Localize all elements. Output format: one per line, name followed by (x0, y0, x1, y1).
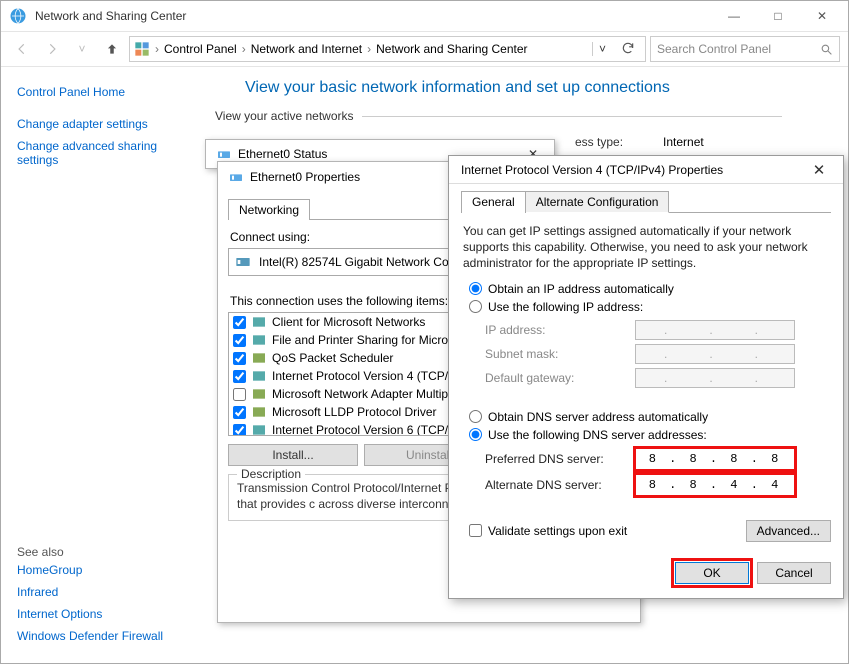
component-icon (251, 404, 267, 420)
alt-dns-field[interactable]: 8 . 8 . 4 . 4 (635, 474, 795, 496)
back-button[interactable] (9, 36, 35, 62)
forward-button[interactable] (39, 36, 65, 62)
sidebar-home[interactable]: Control Panel Home (17, 81, 187, 103)
item-checkbox[interactable] (233, 388, 246, 401)
ethernet-properties-title: Ethernet0 Properties (250, 170, 360, 184)
tab-networking[interactable]: Networking (228, 199, 310, 220)
address-bar: ˅ › Control Panel › Network and Internet… (1, 31, 848, 67)
chevron-right-icon: › (365, 42, 373, 56)
ip-address-label: IP address: (485, 323, 635, 337)
pref-dns-label: Preferred DNS server: (485, 452, 635, 466)
item-checkbox[interactable] (233, 316, 246, 329)
item-checkbox[interactable] (233, 424, 246, 437)
validate-label: Validate settings upon exit (488, 524, 627, 538)
radio-ip-manual-label: Use the following IP address: (488, 300, 643, 314)
radio-ip-manual[interactable] (469, 300, 482, 313)
component-icon (251, 350, 267, 366)
component-icon (251, 386, 267, 402)
main-titlebar: Network and Sharing Center — □ ✕ (1, 1, 848, 31)
history-dropdown[interactable]: ˅ (592, 42, 612, 56)
ipv4-properties-dialog: Internet Protocol Version 4 (TCP/IPv4) P… (448, 155, 844, 599)
access-type-value: Internet (663, 135, 704, 149)
close-button[interactable]: ✕ (800, 2, 844, 30)
up-button[interactable] (99, 36, 125, 62)
alt-dns-label: Alternate DNS server: (485, 478, 635, 492)
ipv4-info-text: You can get IP settings assigned automat… (463, 223, 829, 272)
ok-button[interactable]: OK (675, 562, 749, 584)
component-icon (251, 314, 267, 330)
sidebar-homegroup[interactable]: HomeGroup (17, 559, 187, 581)
breadcrumb-path[interactable]: › Control Panel › Network and Internet ›… (129, 36, 646, 62)
chevron-right-icon: › (240, 42, 248, 56)
search-placeholder: Search Control Panel (657, 42, 771, 56)
access-type-label: ess type: (575, 135, 623, 149)
crumb-control-panel[interactable]: Control Panel (164, 42, 237, 56)
active-networks-label: View your active networks (215, 109, 824, 123)
item-checkbox[interactable] (233, 334, 246, 347)
ip-address-field: . . . (635, 320, 795, 340)
ipv4-close-button[interactable]: ✕ (799, 161, 839, 179)
install-button[interactable]: Install... (228, 444, 358, 466)
crumb-network-internet[interactable]: Network and Internet (251, 42, 362, 56)
adapter-name: Intel(R) 82574L Gigabit Network Conn (259, 255, 462, 269)
network-center-icon (9, 7, 27, 25)
subnet-label: Subnet mask: (485, 347, 635, 361)
subnet-field: . . . (635, 344, 795, 364)
component-icon (251, 332, 267, 348)
maximize-button[interactable]: □ (756, 2, 800, 30)
sidebar-advanced-sharing[interactable]: Change advanced sharing settings (17, 135, 187, 171)
radio-ip-auto[interactable] (469, 282, 482, 295)
radio-ip-auto-label: Obtain an IP address automatically (488, 282, 674, 296)
radio-dns-auto[interactable] (469, 410, 482, 423)
page-heading: View your basic network information and … (245, 79, 824, 97)
item-checkbox[interactable] (233, 352, 246, 365)
search-input[interactable]: Search Control Panel (650, 36, 840, 62)
item-checkbox[interactable] (233, 370, 246, 383)
ipv4-title: Internet Protocol Version 4 (TCP/IPv4) P… (453, 163, 723, 177)
control-panel-icon (134, 41, 150, 57)
sidebar-internet-options[interactable]: Internet Options (17, 603, 187, 625)
advanced-button[interactable]: Advanced... (746, 520, 831, 542)
gateway-field: . . . (635, 368, 795, 388)
tab-general[interactable]: General (461, 191, 526, 213)
adapter-icon (228, 169, 244, 185)
radio-dns-auto-label: Obtain DNS server address automatically (488, 410, 708, 424)
window-title: Network and Sharing Center (35, 9, 712, 23)
pref-dns-field[interactable]: 8 . 8 . 8 . 8 (635, 448, 795, 470)
gateway-label: Default gateway: (485, 371, 635, 385)
sidebar-adapter-settings[interactable]: Change adapter settings (17, 113, 187, 135)
nic-icon (235, 254, 251, 270)
minimize-button[interactable]: — (712, 2, 756, 30)
recent-dropdown[interactable]: ˅ (69, 36, 95, 62)
crumb-network-sharing[interactable]: Network and Sharing Center (376, 42, 527, 56)
ethernet-status-title: Ethernet0 Status (238, 147, 327, 161)
search-icon (820, 43, 833, 56)
sidebar-defender-firewall[interactable]: Windows Defender Firewall (17, 625, 187, 647)
chevron-right-icon: › (153, 42, 161, 56)
component-icon (251, 368, 267, 384)
cancel-button[interactable]: Cancel (757, 562, 831, 584)
adapter-icon (216, 146, 232, 162)
item-checkbox[interactable] (233, 406, 246, 419)
sidebar-infrared[interactable]: Infrared (17, 581, 187, 603)
radio-dns-manual-label: Use the following DNS server addresses: (488, 428, 707, 442)
validate-checkbox[interactable] (469, 524, 482, 537)
sidebar: Control Panel Home Change adapter settin… (1, 67, 191, 665)
network-sharing-center-window: Network and Sharing Center — □ ✕ ˅ › Con… (0, 0, 849, 664)
sidebar-seealso-title: See also (17, 545, 187, 559)
component-icon (251, 422, 267, 436)
description-legend: Description (237, 467, 305, 481)
tab-alternate-config[interactable]: Alternate Configuration (526, 191, 670, 213)
refresh-button[interactable] (615, 41, 641, 58)
radio-dns-manual[interactable] (469, 428, 482, 441)
